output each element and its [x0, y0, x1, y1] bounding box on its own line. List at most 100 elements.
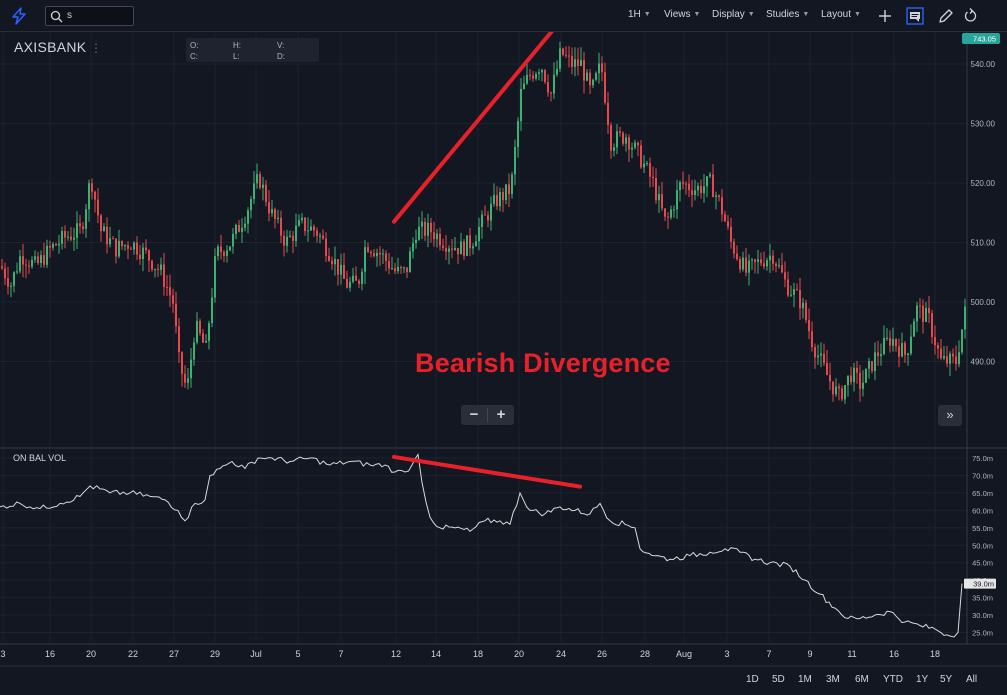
candle-body [28, 265, 30, 267]
candle-body [787, 279, 789, 296]
candle-body [916, 305, 918, 322]
candle-body [217, 246, 219, 257]
time-tick-label: 27 [169, 649, 179, 659]
candle-body [133, 242, 135, 250]
candle-body [448, 248, 450, 252]
obv-study-label[interactable]: ON BAL VOL [13, 453, 66, 463]
candle-body [196, 320, 198, 343]
candle-body [547, 82, 549, 93]
candle-body [478, 227, 480, 242]
candle-body [952, 353, 954, 357]
close-label: C: [190, 52, 198, 61]
candle-body [961, 329, 963, 353]
candle-body [313, 226, 315, 231]
candle-body [946, 356, 948, 364]
symbol-name[interactable]: AXISBANK [14, 39, 86, 55]
time-tick-label: Jul [250, 649, 262, 659]
timeframe-all[interactable]: All [966, 674, 977, 685]
timeframe-1m[interactable]: 1M [798, 674, 812, 685]
candle-body [268, 202, 270, 214]
candle-body [280, 217, 282, 236]
last-price-label: 743.05 [973, 35, 996, 44]
time-tick-label: 16 [889, 649, 899, 659]
candle-body [418, 226, 420, 240]
candle-body [22, 256, 24, 265]
candle-body [244, 223, 246, 228]
candle-body [730, 226, 732, 242]
candle-body [898, 346, 900, 357]
price-tick-label: 520.00 [971, 179, 996, 188]
candle-body [1, 266, 3, 269]
candle-body [109, 238, 111, 245]
candle-body [508, 184, 510, 195]
candle-body [889, 337, 891, 346]
symbol-search-input[interactable]: s [45, 6, 134, 26]
reset-icon[interactable] [962, 7, 980, 25]
interval-menu[interactable]: 1H ▼ [628, 9, 651, 20]
timeframe-1y[interactable]: 1Y [916, 674, 928, 685]
zoom-in-button[interactable]: + [488, 405, 514, 425]
candle-body [214, 256, 216, 298]
candle-body [928, 307, 930, 314]
candle-body [769, 255, 771, 261]
display-menu[interactable]: Display ▼ [712, 9, 755, 20]
time-tick-label: 20 [86, 649, 96, 659]
candle-body [733, 241, 735, 254]
candle-body [595, 73, 597, 80]
candle-body [85, 209, 87, 229]
annotation-text: Bearish Divergence [415, 348, 671, 378]
scroll-to-latest-button[interactable]: » [938, 405, 962, 426]
candle-body [550, 92, 552, 94]
candle-body [694, 190, 696, 195]
candle-body [922, 305, 924, 322]
zoom-out-button[interactable]: − [461, 405, 487, 425]
pencil-icon[interactable] [937, 7, 955, 25]
studies-menu[interactable]: Studies ▼ [766, 9, 809, 20]
candle-body [676, 190, 678, 210]
candle-body [610, 125, 612, 151]
candle-body [322, 235, 324, 239]
candle-body [190, 359, 192, 379]
timeframe-6m[interactable]: 6M [855, 674, 869, 685]
candle-body [472, 246, 474, 249]
candle-body [619, 131, 621, 133]
timeframe-1d[interactable]: 1D [746, 674, 759, 685]
candle-body [868, 361, 870, 369]
timeframe-3m[interactable]: 3M [826, 674, 840, 685]
time-tick-label: 29 [210, 649, 220, 659]
logo-bolt-icon[interactable] [10, 7, 28, 25]
time-tick-label: 18 [930, 649, 940, 659]
candle-body [283, 235, 285, 246]
candle-body [58, 243, 60, 246]
candle-body [925, 307, 927, 322]
time-tick-label: Aug [676, 649, 692, 659]
candle-body [919, 305, 921, 307]
symbol-more-icon[interactable]: ⋮ [90, 41, 102, 55]
candle-body [400, 266, 402, 268]
candle-body [334, 259, 336, 265]
time-tick-label: 7 [338, 649, 343, 659]
crosshair-icon[interactable] [876, 7, 894, 25]
timeframe-5d[interactable]: 5D [772, 674, 785, 685]
comment-icon[interactable] [906, 7, 924, 25]
timeframe-5y[interactable]: 5Y [940, 674, 952, 685]
time-tick-label: 3 [0, 649, 5, 659]
candle-body [496, 195, 498, 207]
views-menu[interactable]: Views ▼ [664, 9, 700, 20]
candle-body [913, 321, 915, 337]
candle-body [721, 197, 723, 215]
ohlc-legend: O: H: V: C: L: D: [186, 38, 319, 62]
candle-body [64, 231, 66, 238]
candle-body [601, 63, 603, 73]
timeframe-ytd[interactable]: YTD [883, 674, 903, 685]
candle-body [193, 342, 195, 360]
candle-body [748, 260, 750, 273]
candle-body [61, 231, 63, 244]
layout-menu[interactable]: Layout ▼ [821, 9, 861, 20]
candle-body [394, 268, 396, 272]
candle-body [52, 243, 54, 248]
price-tick-label: 500.00 [971, 298, 996, 307]
candle-body [718, 195, 720, 198]
candle-body [298, 220, 300, 226]
candle-body [379, 252, 381, 255]
